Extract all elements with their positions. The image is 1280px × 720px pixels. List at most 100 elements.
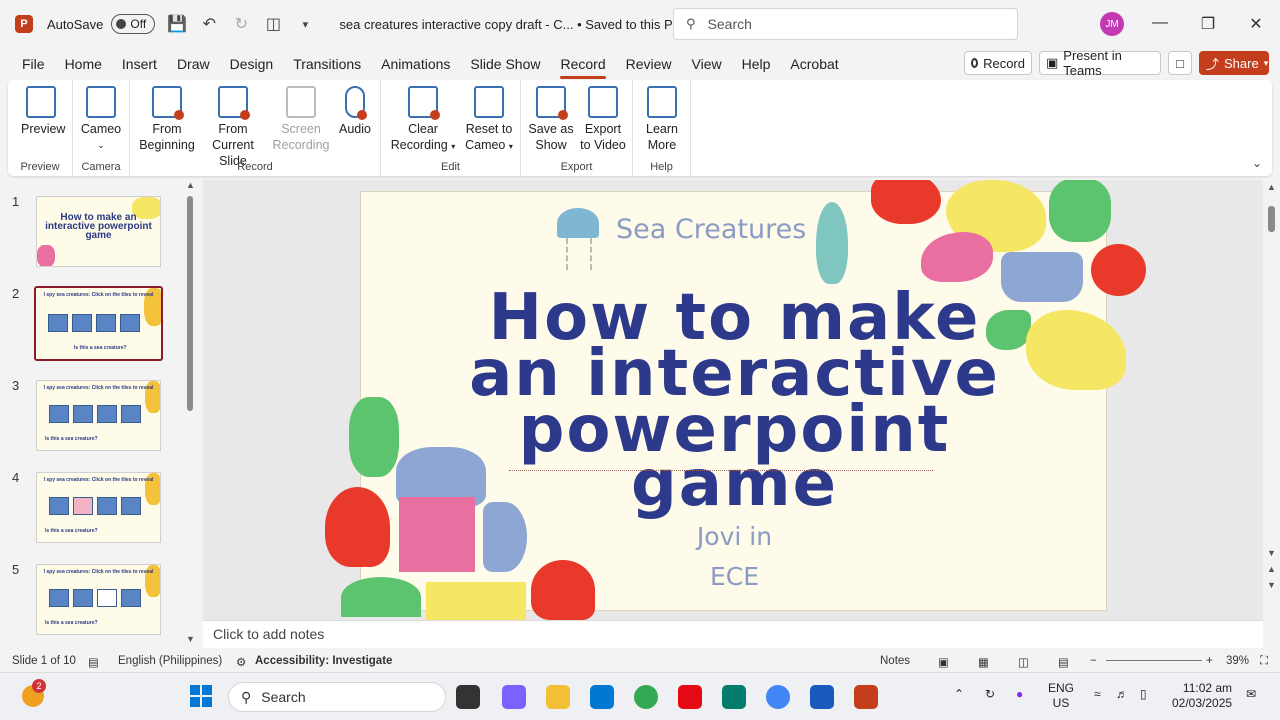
from-current-slide-button[interactable]: From Current Slide: [198, 86, 268, 169]
cameo-button[interactable]: Cameo ⌄: [79, 86, 123, 153]
slide-scrollbar[interactable]: ▲ ▼ ▲ ▼: [1263, 180, 1280, 620]
document-title[interactable]: sea creatures interactive copy draft - C…: [339, 17, 694, 32]
thumbnail-scrollbar[interactable]: ▲ ▼: [186, 180, 195, 644]
word-icon[interactable]: [810, 685, 834, 709]
previous-slide-icon[interactable]: ▲: [1267, 564, 1276, 574]
tab-slide-show[interactable]: Slide Show: [460, 48, 550, 80]
scrollbar-thumb[interactable]: [187, 196, 193, 411]
share-button[interactable]: ⤴ Share ▾: [1199, 51, 1269, 75]
taskbar-search[interactable]: ⚲ Search: [228, 682, 446, 712]
clear-recording-button[interactable]: Clear Recording ▾: [387, 86, 459, 155]
close-icon[interactable]: ✕: [1246, 14, 1266, 34]
wifi-icon[interactable]: ≈: [1094, 687, 1101, 701]
notes-toggle[interactable]: Notes: [880, 655, 910, 667]
reading-view-icon[interactable]: ◫: [1018, 655, 1029, 669]
learn-more-button[interactable]: Learn More: [641, 86, 683, 153]
present-in-teams-label: Present in Teams: [1063, 48, 1122, 78]
thumbnail-title: I spy sea creatures: Click on the tiles …: [43, 569, 154, 575]
zoom-level[interactable]: 39%: [1226, 655, 1249, 667]
slide-thumbnail-2[interactable]: I spy sea creatures: Click on the tiles …: [34, 286, 163, 361]
minimize-icon[interactable]: —: [1150, 14, 1170, 32]
redo-icon[interactable]: ↻: [231, 14, 251, 34]
battery-icon[interactable]: ▯: [1140, 687, 1147, 701]
accessibility-status[interactable]: Accessibility: Investigate: [255, 655, 392, 667]
tab-insert[interactable]: Insert: [112, 48, 167, 80]
sync-icon[interactable]: ↻: [985, 687, 995, 701]
tab-view[interactable]: View: [682, 48, 732, 80]
netflix-icon[interactable]: [678, 685, 702, 709]
customize-toolbar-icon[interactable]: ▾: [295, 18, 315, 31]
slide-thumbnail-1[interactable]: How to make an interactive powerpoint ga…: [36, 196, 161, 267]
thumbnail-tiles: [49, 589, 141, 607]
record-button[interactable]: Record: [964, 51, 1032, 75]
chrome-icon[interactable]: [634, 685, 658, 709]
slide-canvas[interactable]: Sea Creatures How to make an interactive…: [325, 180, 1146, 620]
publisher-icon[interactable]: [722, 685, 746, 709]
reset-to-cameo-button[interactable]: Reset to Cameo ▾: [459, 86, 519, 155]
scroll-down-icon[interactable]: ▼: [1267, 548, 1276, 558]
show-hidden-icons-icon[interactable]: ⌃: [954, 687, 964, 701]
fit-to-window-icon[interactable]: ⛶: [1260, 655, 1268, 668]
export-to-video-button[interactable]: Export to Video: [577, 86, 629, 153]
clock[interactable]: 11:02 am 02/03/2025: [1172, 681, 1232, 711]
export-label-1: Export: [584, 122, 622, 136]
tab-transitions[interactable]: Transitions: [283, 48, 371, 80]
file-explorer-icon[interactable]: [546, 685, 570, 709]
slide-show-icon[interactable]: ▤: [1058, 655, 1069, 669]
powerpoint-icon[interactable]: [854, 685, 878, 709]
present-icon[interactable]: ◫: [263, 14, 283, 34]
zoom-slider[interactable]: [1106, 660, 1202, 661]
scrollbar-thumb[interactable]: [1268, 206, 1275, 232]
zoom-out-icon[interactable]: −: [1090, 655, 1097, 667]
accessibility-icon[interactable]: ⚙: [236, 655, 246, 669]
chevron-down-icon: ▾: [508, 142, 513, 151]
autosave-toggle[interactable]: Off: [111, 14, 156, 34]
reset-label-1: Reset to: [465, 122, 513, 136]
tab-review[interactable]: Review: [616, 48, 682, 80]
audio-button[interactable]: Audio: [334, 86, 376, 137]
tab-acrobat[interactable]: Acrobat: [780, 48, 848, 80]
clear-recording-icon: [408, 86, 440, 120]
from-beginning-button[interactable]: From Beginning: [136, 86, 198, 153]
copilot-icon[interactable]: [502, 685, 526, 709]
scroll-down-icon[interactable]: ▼: [186, 634, 195, 644]
restore-icon[interactable]: ❐: [1198, 14, 1218, 34]
present-in-teams-button[interactable]: ▣ Present in Teams: [1039, 48, 1161, 78]
slide-thumbnail-3[interactable]: I spy sea creatures: Click on the tiles …: [36, 380, 161, 451]
normal-view-icon[interactable]: ▣: [938, 655, 949, 669]
next-slide-icon[interactable]: ▼: [1267, 580, 1276, 590]
scroll-up-icon[interactable]: ▲: [186, 180, 195, 190]
tab-home[interactable]: Home: [55, 48, 112, 80]
save-icon[interactable]: 💾: [167, 14, 187, 34]
windows-start-icon[interactable]: [190, 685, 212, 707]
tab-animations[interactable]: Animations: [371, 48, 460, 80]
tab-design[interactable]: Design: [220, 48, 284, 80]
avatar[interactable]: JM: [1100, 12, 1124, 36]
notes-pane[interactable]: Click to add notes: [203, 620, 1263, 648]
preview-icon: [26, 86, 56, 118]
tab-draw[interactable]: Draw: [167, 48, 220, 80]
notifications-icon[interactable]: ✉: [1246, 687, 1256, 701]
tab-record[interactable]: Record: [550, 48, 615, 80]
undo-icon[interactable]: ↶: [199, 14, 219, 34]
slide-thumbnail-4[interactable]: I spy sea creatures: Click on the tiles …: [36, 472, 161, 543]
collapse-ribbon-icon[interactable]: ⌄: [1252, 156, 1262, 170]
slide-sorter-icon[interactable]: ▦: [978, 655, 989, 669]
chrome-profile-icon[interactable]: [766, 685, 790, 709]
scroll-up-icon[interactable]: ▲: [1267, 182, 1276, 192]
language-status[interactable]: English (Philippines): [118, 655, 222, 667]
zoom-in-icon[interactable]: +: [1206, 655, 1213, 667]
microphone-icon[interactable]: ●: [1016, 687, 1023, 701]
slide-thumbnail-5[interactable]: I spy sea creatures: Click on the tiles …: [36, 564, 161, 635]
preview-button[interactable]: Preview: [21, 86, 65, 137]
spelling-icon[interactable]: ▤: [88, 655, 99, 669]
save-as-show-button[interactable]: Save as Show: [527, 86, 575, 153]
store-icon[interactable]: [590, 685, 614, 709]
search-box[interactable]: ⚲ Search: [673, 8, 1018, 40]
language-indicator[interactable]: ENG US: [1048, 681, 1074, 711]
comments-button[interactable]: □: [1168, 51, 1192, 75]
volume-icon[interactable]: ♬: [1116, 687, 1128, 701]
task-view-icon[interactable]: [456, 685, 480, 709]
tab-help[interactable]: Help: [732, 48, 781, 80]
tab-file[interactable]: File: [12, 48, 55, 80]
